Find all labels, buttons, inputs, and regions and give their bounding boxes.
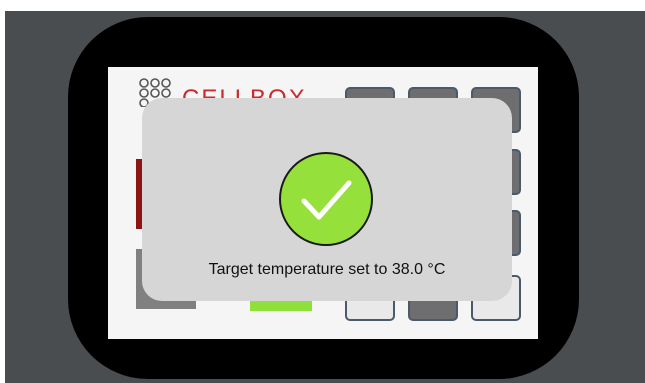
- confirmation-dialog: Target temperature set to 38.0 °C: [142, 98, 512, 301]
- dialog-message: Target temperature set to 38.0 °C: [208, 261, 446, 278]
- stage: CELLBOX Target temperature set to 38.0 °…: [0, 0, 645, 383]
- checkmark-icon: [279, 152, 373, 246]
